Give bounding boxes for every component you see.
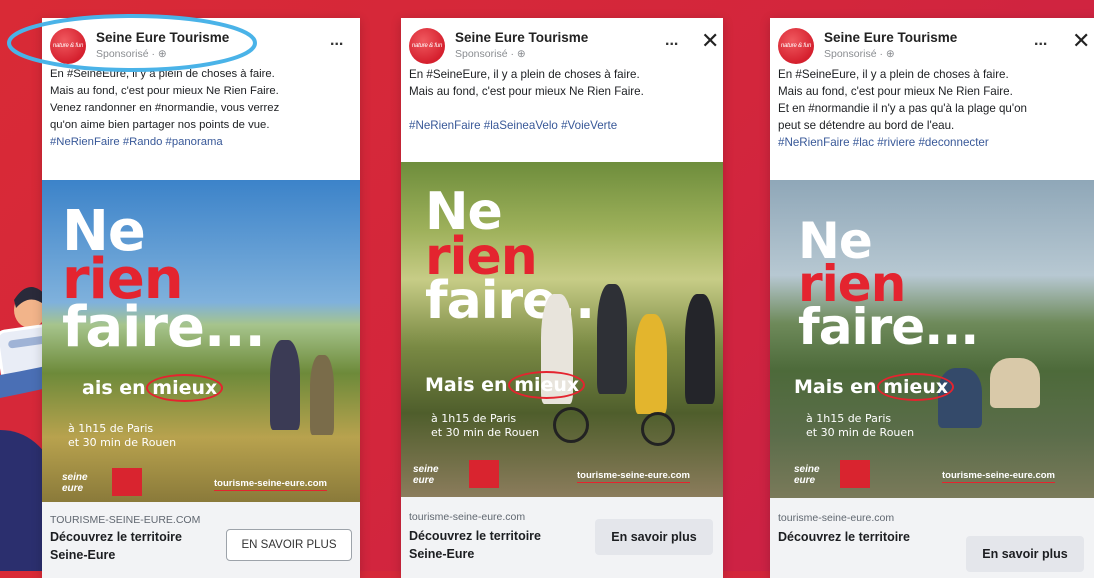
ad-card-3: nature & fun Seine Eure Tourisme Sponsor… xyxy=(770,18,1094,578)
normandie-logo xyxy=(469,460,499,488)
bike-wheel xyxy=(641,412,675,446)
sponsored-label: Sponsorisé · ⊕ xyxy=(824,48,895,60)
link-footer[interactable]: tourisme-seine-eure.com Découvrez le ter… xyxy=(770,498,1094,578)
more-options-icon[interactable]: ... xyxy=(330,32,343,50)
link-domain: tourisme-seine-eure.com xyxy=(778,512,895,524)
ad-image-url: tourisme-seine-eure.com xyxy=(577,470,690,483)
normandie-logo xyxy=(840,460,870,488)
more-options-icon[interactable]: ... xyxy=(1034,32,1047,50)
more-options-icon[interactable]: ... xyxy=(665,32,678,50)
seine-eure-logo: seine eure xyxy=(413,464,439,486)
ad-image-url: tourisme-seine-eure.com xyxy=(214,478,327,491)
post-text: En #SeineEure, il y a plein de choses à … xyxy=(42,66,360,151)
close-icon[interactable]: ✕ xyxy=(1072,30,1090,52)
sponsored-label: Sponsorisé · ⊕ xyxy=(455,48,526,60)
ad-distance: à 1h15 de Paris et 30 min de Rouen xyxy=(806,412,915,439)
link-footer[interactable]: TOURISME-SEINE-EURE.COM Découvrez le ter… xyxy=(42,502,360,578)
page-avatar[interactable]: nature & fun xyxy=(778,28,814,64)
ad-image[interactable]: Ne rien faire... Mais en mieux à 1h15 de… xyxy=(401,162,723,497)
link-title: Découvrez le territoire Seine-Eure xyxy=(50,530,182,562)
ad-card-1: nature & fun Seine Eure Tourisme Sponsor… xyxy=(42,18,360,578)
ad-tagline: Mais en mieux xyxy=(425,374,580,396)
ad-image[interactable]: Ne rien faire... ais en mieux à 1h15 de … xyxy=(42,180,360,502)
ad-distance: à 1h15 de Paris et 30 min de Rouen xyxy=(431,412,540,439)
page-name[interactable]: Seine Eure Tourisme xyxy=(455,30,588,45)
hiker-figure xyxy=(310,355,334,435)
post-text-line: Et en #normandie il n'y a pas qu'à la pl… xyxy=(778,102,1027,115)
ad-headline: Ne rien faire... xyxy=(62,199,266,361)
link-title: Découvrez le territoire xyxy=(778,530,910,544)
post-text-line: peut se détendre au bord de l'eau. xyxy=(778,119,955,132)
learn-more-button[interactable]: EN SAVOIR PLUS xyxy=(226,529,352,561)
cyclist-figure xyxy=(597,284,627,394)
page-name[interactable]: Seine Eure Tourisme xyxy=(824,30,957,45)
post-text: En #SeineEure, il y a plein de choses à … xyxy=(770,66,1094,151)
normandie-logo xyxy=(112,468,142,496)
ad-headline: Ne rien faire... xyxy=(798,212,979,356)
ad-tagline: ais en mieux xyxy=(82,377,218,399)
bike-wheel xyxy=(553,407,589,443)
ad-image[interactable]: Ne rien faire... Mais en mieux à 1h15 de… xyxy=(770,180,1094,498)
seine-eure-logo: seine eure xyxy=(794,464,820,486)
cyclist-figure xyxy=(635,314,667,414)
post-text-line: En #SeineEure, il y a plein de choses à … xyxy=(778,68,1009,81)
post-text-line: qu'on aime bien partager nos points de v… xyxy=(50,119,270,131)
post-hashtags[interactable]: #NeRienFaire #lac #riviere #deconnecter xyxy=(778,134,1094,151)
ad-tagline: Mais en mieux xyxy=(794,376,949,398)
highlight-circle xyxy=(7,14,257,72)
post-hashtags[interactable]: #NeRienFaire #laSeineaVelo #VoieVerte xyxy=(409,117,715,134)
link-domain: TOURISME-SEINE-EURE.COM xyxy=(50,514,201,526)
learn-more-button[interactable]: En savoir plus xyxy=(966,536,1084,572)
post-text-line: Mais au fond, c'est pour mieux Ne Rien F… xyxy=(50,85,279,97)
hiker-figure xyxy=(270,340,300,430)
post-text-line: Mais au fond, c'est pour mieux Ne Rien F… xyxy=(409,85,644,98)
post-header: nature & fun Seine Eure Tourisme Sponsor… xyxy=(401,18,723,66)
ad-image-url: tourisme-seine-eure.com xyxy=(942,470,1055,483)
post-text-line: Venez randonner en #normandie, vous verr… xyxy=(50,102,280,114)
link-title: Découvrez le territoire Seine-Eure xyxy=(409,529,541,561)
post-text-line: En #SeineEure, il y a plein de choses à … xyxy=(409,68,640,81)
page-avatar[interactable]: nature & fun xyxy=(409,28,445,64)
relaxing-figure xyxy=(990,358,1040,408)
learn-more-button[interactable]: En savoir plus xyxy=(595,519,713,555)
ad-headline: Ne rien faire... xyxy=(425,182,614,332)
post-text-line: Mais au fond, c'est pour mieux Ne Rien F… xyxy=(778,85,1013,98)
link-footer[interactable]: tourisme-seine-eure.com Découvrez le ter… xyxy=(401,497,723,578)
seine-eure-logo: seine eure xyxy=(62,472,88,494)
post-hashtags[interactable]: #NeRienFaire #Rando #panorama xyxy=(50,134,352,151)
ad-card-2: nature & fun Seine Eure Tourisme Sponsor… xyxy=(401,18,723,578)
ad-distance: à 1h15 de Paris et 30 min de Rouen xyxy=(68,422,177,449)
post-header: nature & fun Seine Eure Tourisme Sponsor… xyxy=(770,18,1094,66)
close-icon[interactable]: ✕ xyxy=(701,30,719,52)
cyclist-figure xyxy=(685,294,715,404)
link-domain: tourisme-seine-eure.com xyxy=(409,511,526,523)
post-text: En #SeineEure, il y a plein de choses à … xyxy=(401,66,723,134)
